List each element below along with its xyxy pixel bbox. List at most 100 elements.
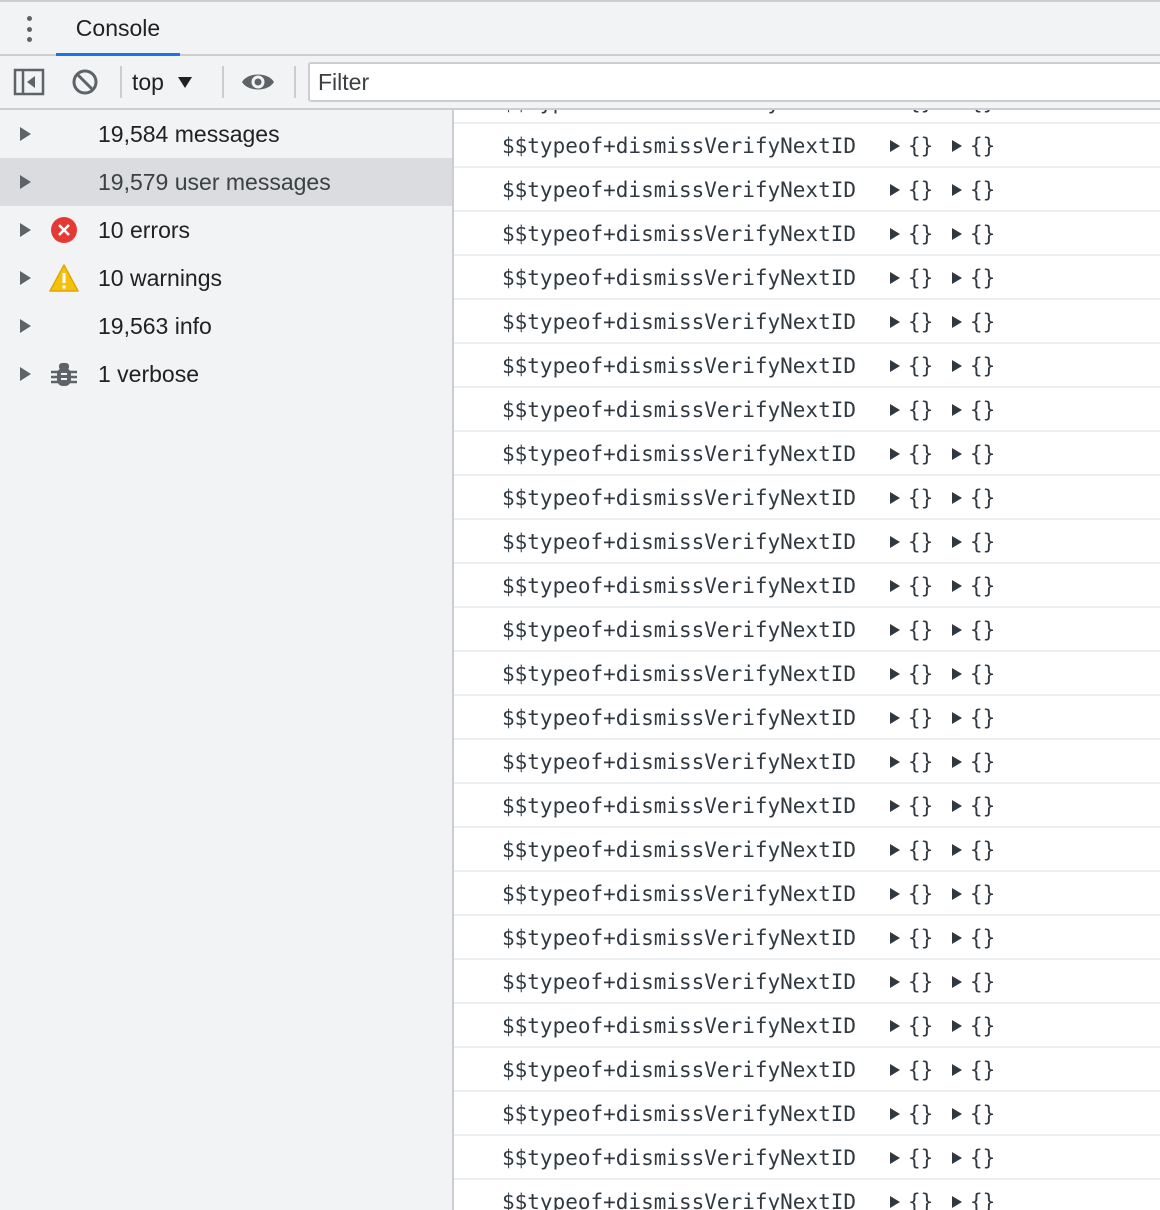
expand-arrow-icon[interactable] bbox=[952, 580, 962, 592]
object-preview[interactable]: {} bbox=[952, 652, 995, 696]
object-preview[interactable]: {} bbox=[890, 1004, 933, 1048]
console-message-row[interactable]: $$typeof+dismissVerifyNextID {} {} bbox=[454, 784, 1160, 828]
object-preview[interactable]: {} bbox=[952, 1004, 995, 1048]
console-message-row[interactable]: $$typeof+dismissVerifyNextID {} {} bbox=[454, 608, 1160, 652]
filter-input[interactable] bbox=[308, 62, 1160, 102]
object-preview[interactable]: {} bbox=[890, 1180, 933, 1210]
console-message-row[interactable]: $$typeof+dismissVerifyNextID {} {} bbox=[454, 696, 1160, 740]
expand-arrow-icon[interactable] bbox=[952, 272, 962, 284]
expand-arrow-icon[interactable] bbox=[890, 404, 900, 416]
console-message-row[interactable]: $$typeof+dismissVerifyNextID {} {} bbox=[454, 916, 1160, 960]
expand-arrow-icon[interactable] bbox=[952, 932, 962, 944]
expand-arrow-icon[interactable] bbox=[890, 536, 900, 548]
expand-arrow-icon[interactable] bbox=[890, 580, 900, 592]
object-preview[interactable]: {} bbox=[890, 520, 933, 564]
object-preview[interactable]: {} bbox=[952, 110, 995, 124]
object-preview[interactable]: {} bbox=[952, 784, 995, 828]
console-message-row[interactable]: $$typeof+dismissVerifyNextID {} {} bbox=[454, 432, 1160, 476]
expand-arrow-icon[interactable] bbox=[952, 316, 962, 328]
sidebar-item-info[interactable]: 19,563 info bbox=[0, 302, 452, 350]
console-message-row[interactable]: $$typeof+dismissVerifyNextID {} {} bbox=[454, 872, 1160, 916]
object-preview[interactable]: {} bbox=[952, 960, 995, 1004]
expand-arrow-icon[interactable] bbox=[952, 492, 962, 504]
object-preview[interactable]: {} bbox=[890, 300, 933, 344]
object-preview[interactable]: {} bbox=[890, 110, 933, 124]
object-preview[interactable]: {} bbox=[952, 432, 995, 476]
object-preview[interactable]: {} bbox=[952, 168, 995, 212]
console-message-row[interactable]: $$typeof+dismissVerifyNextID {} {} bbox=[454, 520, 1160, 564]
expand-arrow-icon[interactable] bbox=[890, 712, 900, 724]
object-preview[interactable]: {} bbox=[952, 1092, 995, 1136]
object-preview[interactable]: {} bbox=[952, 520, 995, 564]
console-message-row[interactable]: $$typeof+dismissVerifyNextID {} {} bbox=[454, 740, 1160, 784]
expand-arrow-icon[interactable] bbox=[890, 1064, 900, 1076]
object-preview[interactable]: {} bbox=[952, 476, 995, 520]
object-preview[interactable]: {} bbox=[952, 696, 995, 740]
object-preview[interactable]: {} bbox=[952, 916, 995, 960]
sidebar-item-warnings[interactable]: 10 warnings bbox=[0, 254, 452, 302]
expand-arrow-icon[interactable] bbox=[952, 712, 962, 724]
expand-arrow-icon[interactable] bbox=[890, 1196, 900, 1208]
expand-arrow-icon[interactable] bbox=[952, 228, 962, 240]
object-preview[interactable]: {} bbox=[952, 300, 995, 344]
expand-arrow-icon[interactable] bbox=[890, 1152, 900, 1164]
object-preview[interactable]: {} bbox=[952, 1136, 995, 1180]
expand-arrow-icon[interactable] bbox=[20, 175, 31, 189]
console-message-row[interactable]: $$typeof+dismissVerifyNextID {} {} bbox=[454, 388, 1160, 432]
eye-icon[interactable] bbox=[238, 56, 278, 108]
object-preview[interactable]: {} bbox=[890, 740, 933, 784]
object-preview[interactable]: {} bbox=[890, 652, 933, 696]
object-preview[interactable]: {} bbox=[952, 344, 995, 388]
object-preview[interactable]: {} bbox=[952, 740, 995, 784]
console-message-row[interactable]: $$typeof+dismissVerifyNextID {} {} bbox=[454, 652, 1160, 696]
object-preview[interactable]: {} bbox=[890, 696, 933, 740]
object-preview[interactable]: {} bbox=[952, 256, 995, 300]
object-preview[interactable]: {} bbox=[890, 432, 933, 476]
object-preview[interactable]: {} bbox=[890, 1092, 933, 1136]
expand-arrow-icon[interactable] bbox=[890, 1020, 900, 1032]
object-preview[interactable]: {} bbox=[952, 1048, 995, 1092]
object-preview[interactable]: {} bbox=[890, 916, 933, 960]
expand-arrow-icon[interactable] bbox=[890, 976, 900, 988]
expand-arrow-icon[interactable] bbox=[952, 1196, 962, 1208]
object-preview[interactable]: {} bbox=[890, 124, 933, 168]
expand-arrow-icon[interactable] bbox=[952, 668, 962, 680]
expand-arrow-icon[interactable] bbox=[890, 184, 900, 196]
expand-arrow-icon[interactable] bbox=[890, 272, 900, 284]
object-preview[interactable]: {} bbox=[890, 872, 933, 916]
expand-arrow-icon[interactable] bbox=[952, 1152, 962, 1164]
expand-arrow-icon[interactable] bbox=[952, 624, 962, 636]
console-message-row[interactable]: $$typeof+dismissVerifyNextID {} {} bbox=[454, 960, 1160, 1004]
object-preview[interactable]: {} bbox=[890, 828, 933, 872]
sidebar-item-messages[interactable]: 19,584 messages bbox=[0, 110, 452, 158]
sidebar-item-errors[interactable]: 10 errors bbox=[0, 206, 452, 254]
console-message-row[interactable]: $$typeof+dismissVerifyNextID {} {} bbox=[454, 476, 1160, 520]
object-preview[interactable]: {} bbox=[890, 168, 933, 212]
console-message-row[interactable]: $$typeof+dismissVerifyNextID {} {} bbox=[454, 110, 1160, 124]
object-preview[interactable]: {} bbox=[952, 212, 995, 256]
object-preview[interactable]: {} bbox=[890, 212, 933, 256]
object-preview[interactable]: {} bbox=[890, 344, 933, 388]
expand-arrow-icon[interactable] bbox=[20, 127, 31, 141]
expand-arrow-icon[interactable] bbox=[952, 140, 962, 152]
object-preview[interactable]: {} bbox=[890, 388, 933, 432]
expand-arrow-icon[interactable] bbox=[952, 844, 962, 856]
expand-arrow-icon[interactable] bbox=[890, 316, 900, 328]
expand-arrow-icon[interactable] bbox=[952, 1020, 962, 1032]
expand-arrow-icon[interactable] bbox=[890, 1108, 900, 1120]
object-preview[interactable]: {} bbox=[952, 1180, 995, 1210]
console-message-row[interactable]: $$typeof+dismissVerifyNextID {} {} bbox=[454, 300, 1160, 344]
more-options-icon[interactable] bbox=[18, 14, 40, 44]
console-message-row[interactable]: $$typeof+dismissVerifyNextID {} {} bbox=[454, 212, 1160, 256]
expand-arrow-icon[interactable] bbox=[890, 492, 900, 504]
expand-arrow-icon[interactable] bbox=[890, 360, 900, 372]
expand-arrow-icon[interactable] bbox=[890, 624, 900, 636]
console-message-row[interactable]: $$typeof+dismissVerifyNextID {} {} bbox=[454, 1136, 1160, 1180]
object-preview[interactable]: {} bbox=[890, 960, 933, 1004]
expand-arrow-icon[interactable] bbox=[890, 448, 900, 460]
expand-arrow-icon[interactable] bbox=[890, 228, 900, 240]
object-preview[interactable]: {} bbox=[890, 608, 933, 652]
expand-arrow-icon[interactable] bbox=[20, 271, 31, 285]
expand-arrow-icon[interactable] bbox=[952, 360, 962, 372]
expand-arrow-icon[interactable] bbox=[952, 1064, 962, 1076]
